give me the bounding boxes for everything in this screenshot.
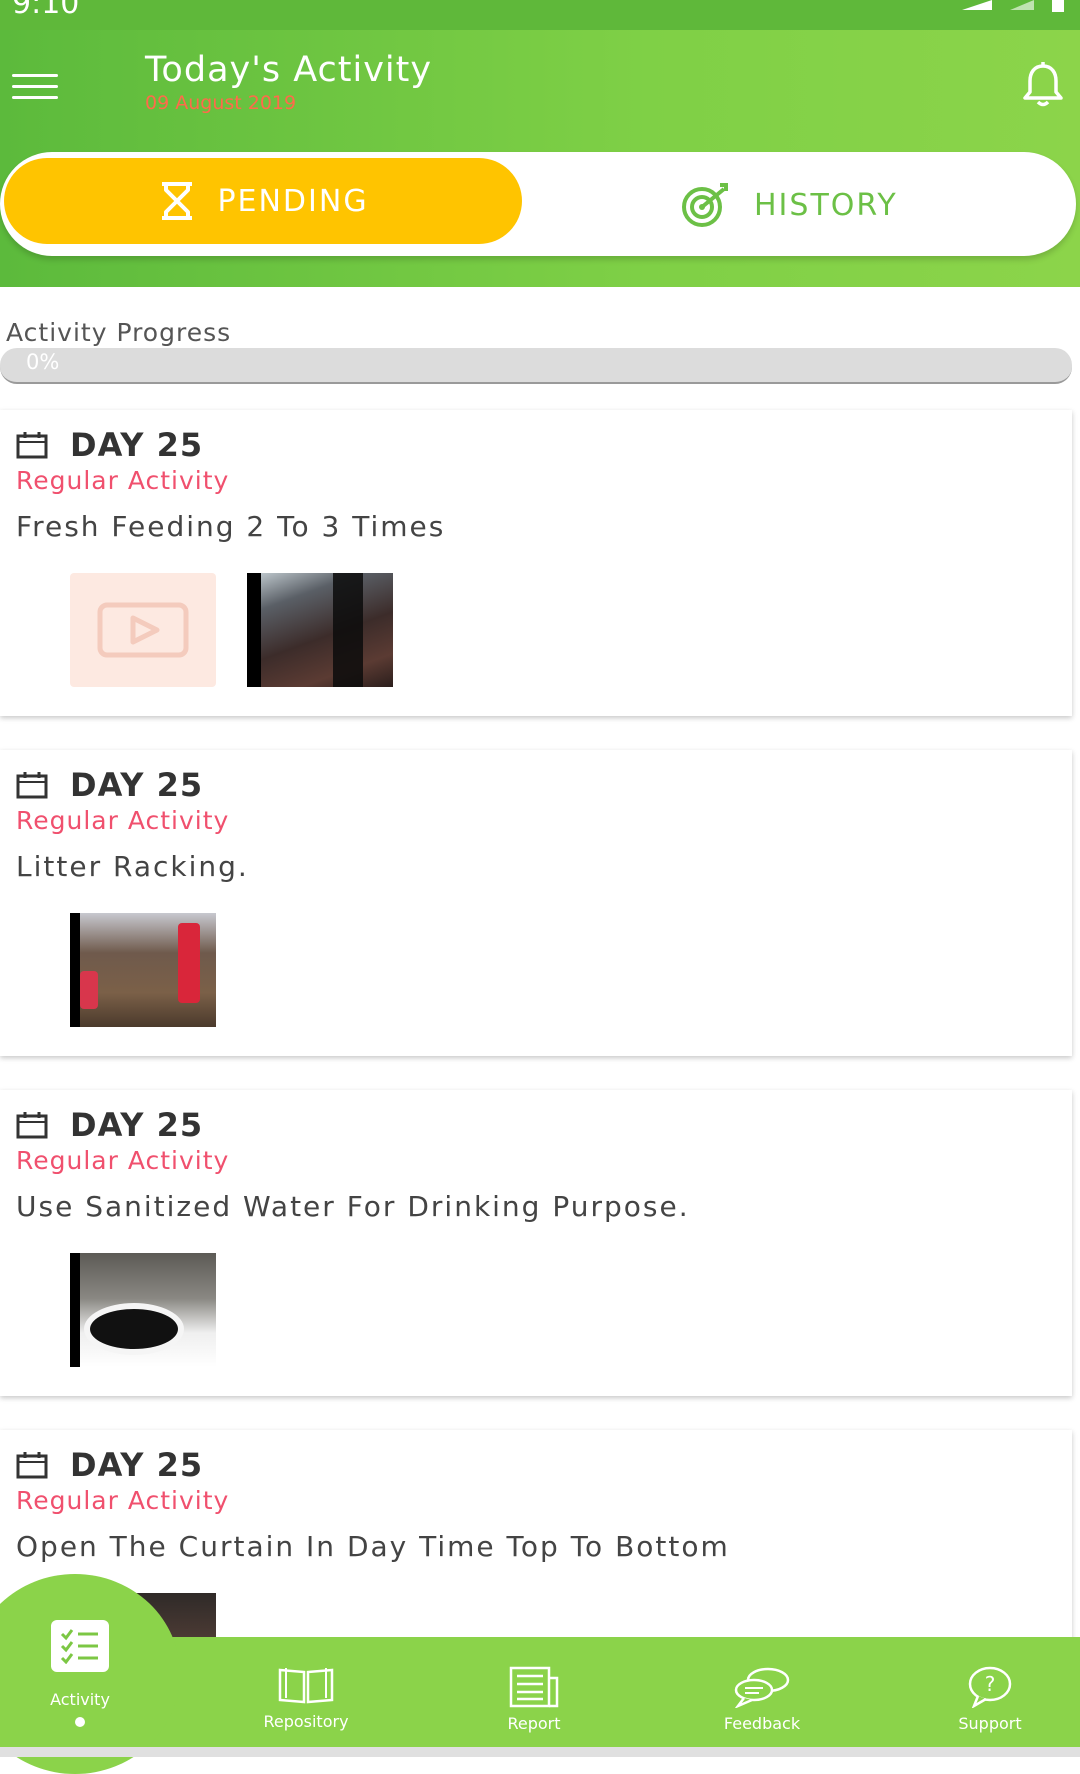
nav-label: Support	[958, 1714, 1022, 1733]
play-icon	[97, 602, 189, 658]
activity-type: Regular Activity	[16, 806, 230, 835]
activity-type: Regular Activity	[16, 1146, 230, 1175]
day-label: DAY 25	[70, 1446, 204, 1484]
card-day: DAY 25	[16, 766, 203, 804]
status-bar: 9:10	[0, 0, 1080, 30]
video-thumbnail[interactable]	[70, 573, 216, 687]
status-icons	[962, 0, 1064, 14]
activity-card[interactable]: DAY 25 Regular Activity Use Sanitized Wa…	[0, 1090, 1072, 1396]
report-icon	[509, 1666, 559, 1708]
active-indicator	[75, 1717, 85, 1727]
activity-image[interactable]	[70, 1253, 216, 1367]
nav-item-feedback[interactable]: Feedback	[682, 1666, 842, 1733]
help-icon: ?	[968, 1666, 1012, 1708]
activity-image[interactable]	[70, 913, 216, 1027]
hourglass-icon	[162, 182, 193, 220]
tab-history-label: HISTORY	[754, 187, 898, 223]
day-label: DAY 25	[70, 426, 204, 464]
nav-item-report[interactable]: Report	[454, 1666, 614, 1733]
tab-pending[interactable]: PENDING	[4, 158, 522, 244]
nav-label: Repository	[263, 1712, 349, 1731]
day-label: DAY 25	[70, 766, 204, 804]
calendar-icon	[16, 772, 48, 799]
tab-history[interactable]: HISTORY	[680, 180, 898, 230]
day-label: DAY 25	[70, 1106, 204, 1144]
menu-icon[interactable]	[12, 74, 58, 100]
checklist-icon	[60, 1629, 98, 1664]
activity-type: Regular Activity	[16, 466, 230, 495]
activity-description: Use Sanitized Water For Drinking Purpose…	[16, 1190, 690, 1223]
progress-label: Activity Progress	[6, 318, 232, 347]
nav-item-support[interactable]: ? Support	[910, 1666, 1070, 1733]
card-day: DAY 25	[16, 426, 203, 464]
card-day: DAY 25	[16, 1446, 203, 1484]
activity-description: Litter Racking.	[16, 850, 249, 883]
activity-description: Open The Curtain In Day Time Top To Bott…	[16, 1530, 730, 1563]
page-date: 09 August 2019	[145, 92, 297, 114]
progress-bar: 0%	[0, 348, 1072, 384]
nav-label: Feedback	[723, 1714, 801, 1733]
nav-label: Report	[507, 1714, 561, 1733]
signal-icon	[962, 0, 992, 10]
nav-item-repository[interactable]: Repository	[226, 1666, 386, 1731]
progress-value: 0%	[26, 350, 60, 374]
calendar-icon	[16, 1112, 48, 1139]
calendar-icon	[16, 1452, 48, 1479]
app-header: Today's Activity 09 August 2019 PENDING …	[0, 30, 1080, 287]
calendar-icon	[16, 432, 48, 459]
chat-icon	[734, 1667, 790, 1708]
bell-icon[interactable]	[1020, 60, 1066, 108]
activity-card[interactable]: DAY 25 Regular Activity Fresh Feeding 2 …	[0, 410, 1072, 716]
battery-icon	[1052, 0, 1064, 12]
activity-type: Regular Activity	[16, 1486, 230, 1515]
nav-label: Activity	[50, 1690, 110, 1709]
wifi-icon	[1010, 0, 1034, 10]
nav-item-activity[interactable]: Activity	[0, 1620, 160, 1727]
page-title: Today's Activity	[145, 50, 433, 90]
card-day: DAY 25	[16, 1106, 203, 1144]
activity-card[interactable]: DAY 25 Regular Activity Litter Racking.	[0, 750, 1072, 1056]
activity-description: Fresh Feeding 2 To 3 Times	[16, 510, 446, 543]
book-icon	[278, 1668, 334, 1704]
svg-text:?: ?	[985, 1672, 996, 1696]
target-icon	[682, 183, 728, 227]
tab-pending-label: PENDING	[217, 183, 369, 219]
activity-image[interactable]	[247, 573, 393, 687]
status-time: 9:10	[12, 0, 80, 21]
nav-bottom-strip	[0, 1747, 1080, 1757]
